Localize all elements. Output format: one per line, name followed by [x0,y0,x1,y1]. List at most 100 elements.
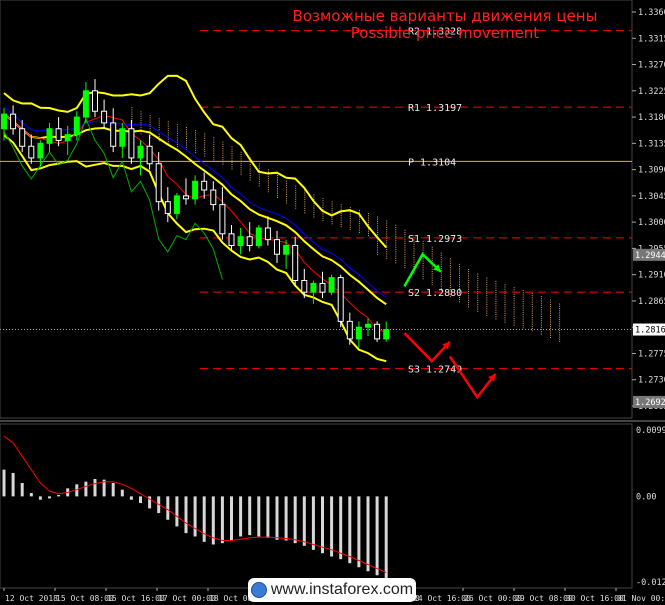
cloud-dot [386,242,388,244]
cloud-dot [386,235,388,237]
cloud-dot [531,314,533,316]
cloud-dot [258,185,260,187]
cloud-dot [167,134,169,136]
instaforex-watermark[interactable]: www.instaforex.com [248,578,416,602]
cloud-dot [449,278,451,280]
macd-bar [29,493,33,497]
cloud-dot [431,259,433,261]
cloud-dot [213,154,215,156]
cloud-dot [186,126,187,128]
cloud-dot [258,183,260,185]
cloud-dot [258,180,260,182]
cloud-dot [386,251,388,253]
cloud-dot [295,205,297,207]
price-tick-label: 1.3000 [638,218,665,228]
cloud-dot [495,289,497,291]
cloud-dot [249,175,251,177]
cloud-dot [349,213,351,215]
cloud-dot [304,205,306,207]
cloud-dot [377,227,379,229]
cloud-dot [176,146,178,148]
cloud-dot [513,300,515,302]
cloud-dot [495,303,497,305]
time-tick-label: 26 Oct 00:00 [464,594,522,603]
cloud-dot [249,168,251,170]
cloud-dot [368,217,369,219]
price-chart[interactable]: R2 1.3328R1 1.3197P 1.3104S1 1.2973S2 1.… [0,0,665,605]
cloud-dot [377,240,379,242]
cloud-dot [195,134,197,136]
chart-window: R2 1.3328 R1 1.3197 P 1.3104 S1 1.2973 S2 1.… [0,0,665,605]
cloud-dot [386,244,388,246]
cloud-dot [286,187,288,189]
cloud-dot [422,258,424,260]
cloud-dot [267,191,269,193]
cloud-dot [468,301,470,303]
cloud-dot [404,231,406,233]
cloud-dot [522,305,524,307]
cloud-dot [340,224,342,226]
cloud-dot [468,299,470,301]
cloud-dot [195,130,197,132]
candle-body [37,142,44,159]
cloud-dot [486,297,488,299]
macd-bar [193,496,197,537]
cloud-dot [295,185,297,187]
cloud-dot [377,225,379,227]
cloud-dot [395,249,397,251]
cloud-dot [140,113,142,115]
cloud-dot [158,120,160,122]
macd-bar [230,496,233,541]
cloud-dot [486,308,488,310]
cloud-dot [176,137,178,139]
price-tick-label: 1.3090 [638,166,665,176]
cloud-dot [213,137,215,139]
cloud-dot [286,193,288,195]
cloud-dot [249,172,251,174]
cloud-dot [377,245,379,247]
cloud-dot [304,199,306,201]
cloud-dot [313,207,315,209]
cloud-dot [331,221,333,223]
cloud-dot [513,311,515,313]
cloud-dot [313,205,315,207]
cloud-dot [459,279,460,281]
cloud-dot [295,198,297,200]
cloud-dot [468,284,470,286]
cloud-dot [167,138,169,140]
cloud-dot [513,287,515,289]
cloud-dot [559,310,561,312]
cloud-dot [413,259,415,261]
cloud-dot [368,219,369,221]
cloud-dot [477,297,479,299]
cloud-dot [422,245,424,247]
cloud-dot [440,285,442,287]
cloud-dot [550,308,551,310]
cloud-dot [468,304,470,306]
macd-bar [339,496,343,560]
cloud-dot [459,272,460,274]
cloud-dot [513,304,515,306]
cloud-dot [540,315,542,317]
macd-bar [93,478,97,497]
cloud-dot [468,275,470,277]
price-tick-label: 1.3315 [638,34,665,44]
cloud-dot [486,284,488,286]
cloud-dot [231,164,233,166]
cloud-dot [358,231,360,233]
cloud-dot [340,221,342,223]
cloud-dot [231,150,233,152]
cloud-dot [431,268,433,270]
cloud-dot [440,265,442,267]
cloud-dot [540,331,542,333]
cloud-dot [422,269,424,271]
cloud-dot [349,207,351,209]
cloud-dot [377,247,379,249]
cloud-dot [231,157,233,159]
cloud-dot [468,271,470,273]
cloud-dot [240,162,242,164]
cloud-dot [495,283,497,285]
cloud-dot [531,319,533,321]
cloud-dot [195,132,197,134]
cloud-dot [522,301,524,303]
